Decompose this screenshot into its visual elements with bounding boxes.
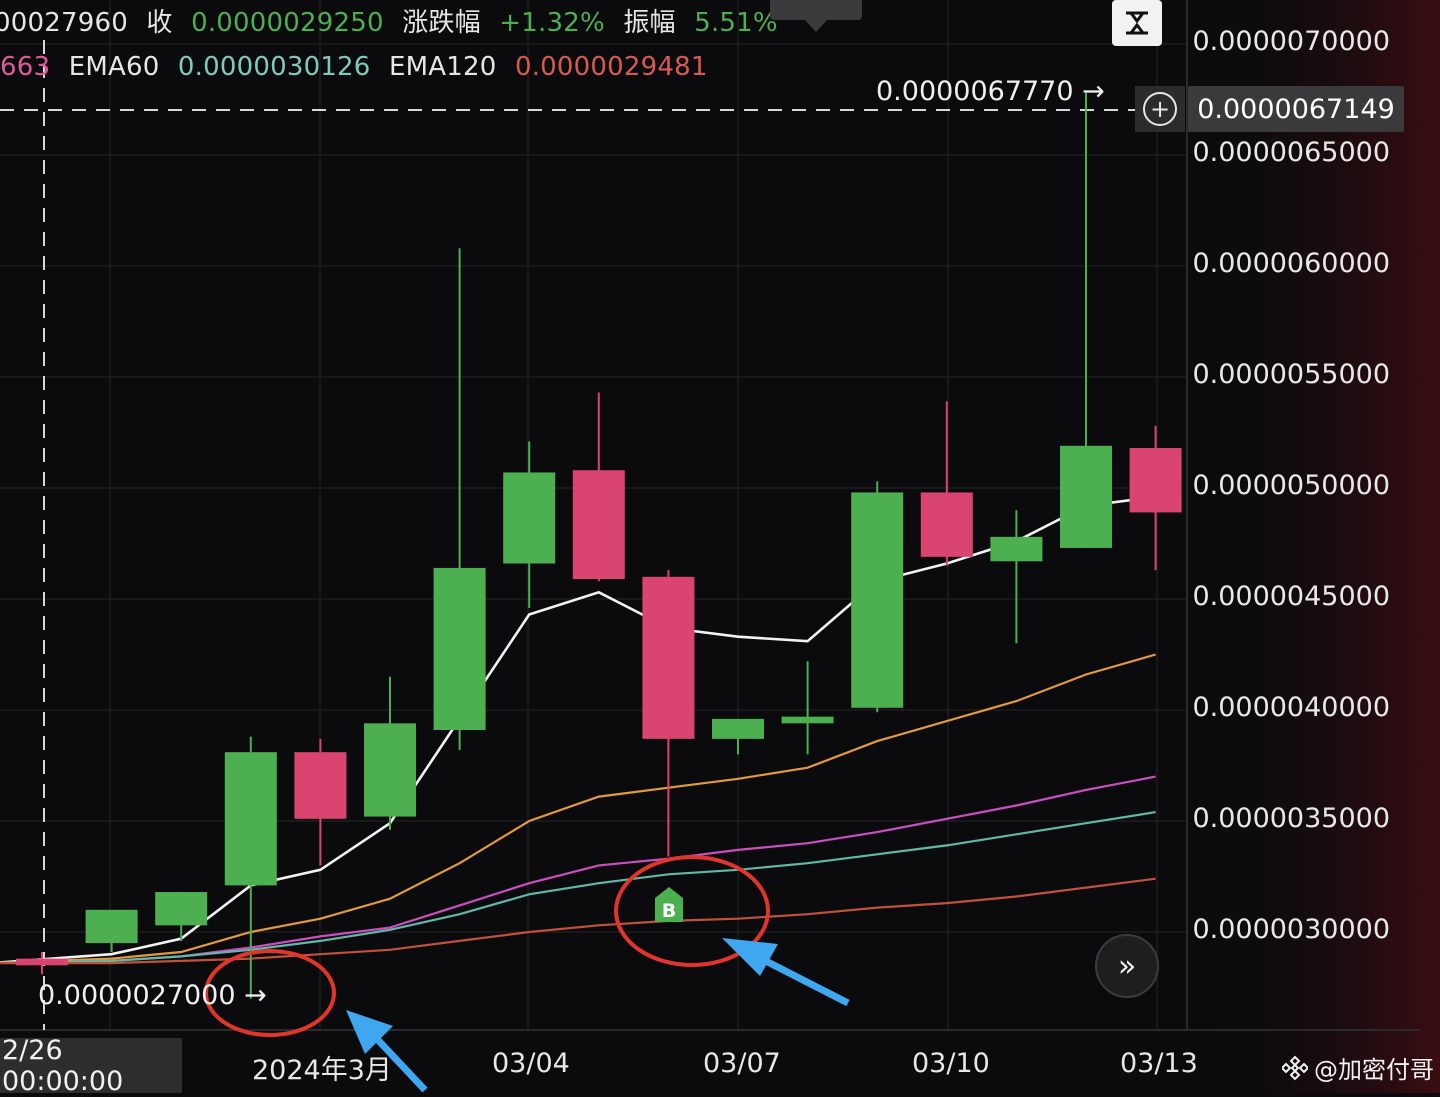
plus-icon: + [1143, 92, 1177, 126]
candle[interactable] [851, 481, 904, 713]
close-value: 0.0000029250 [191, 8, 384, 38]
candle-body-up [155, 892, 208, 926]
candle-body-down [16, 958, 68, 966]
top-tooltip [770, 0, 862, 20]
price-tick-label: 0.0000040000 [1192, 692, 1390, 723]
double-chevron-right-icon: » [1117, 948, 1137, 984]
header-row-ema: 663 EMA60 0.0000030126 EMA120 0.00000294… [0, 52, 718, 82]
close-label: 收 [146, 8, 173, 38]
change-value: +1.32% [499, 8, 605, 38]
price-tick-label: 0.0000070000 [1192, 26, 1390, 57]
collapse-icon [1126, 11, 1148, 35]
candle-body-down [1129, 448, 1182, 513]
amplitude-value: 5.51% [694, 8, 778, 38]
price-tick-label: 0.0000050000 [1192, 470, 1390, 501]
candle-body-down [642, 576, 695, 739]
candle-body-up [990, 536, 1043, 562]
candle-body-down [294, 752, 347, 819]
price-tick-label: 0.0000065000 [1192, 137, 1390, 168]
price-tick-label: 0.0000030000 [1192, 914, 1390, 945]
candle-body-up [503, 472, 556, 564]
candle-body-up [433, 567, 486, 730]
scroll-to-latest-button[interactable]: » [1095, 934, 1159, 998]
price-tick-label: 0.0000035000 [1192, 803, 1390, 834]
top-tooltip-pointer [805, 20, 827, 32]
max-price-label: 0.0000067770 → [876, 76, 1105, 107]
change-label: 涨跌幅 [402, 8, 481, 38]
ema120-label: EMA120 [389, 52, 497, 82]
candle-body-up [85, 909, 138, 944]
candle-body-up [224, 752, 277, 886]
candle-body-up [851, 492, 904, 708]
candle-body-up [1060, 445, 1112, 548]
time-tick-label: 03/10 [912, 1048, 990, 1079]
collapse-button[interactable] [1112, 0, 1162, 46]
current-price-tag: 0.0000067149 [1188, 86, 1404, 132]
price-tick-label: 0.0000045000 [1192, 581, 1390, 612]
time-tick-label: 2024年3月 [252, 1055, 392, 1086]
amplitude-label: 振幅 [623, 8, 676, 38]
time-tick-label: 03/07 [703, 1048, 781, 1079]
time-tick-label: 03/04 [492, 1048, 570, 1079]
prev-ema-value: 663 [0, 52, 51, 82]
header-row-ohlc: 00027960 收 0.0000029250 涨跌幅 +1.32% 振幅 5.… [0, 2, 788, 39]
ema120-value: 0.0000029481 [514, 52, 708, 82]
watermark: @加密付哥 [1282, 1050, 1434, 1085]
candle-body-up [364, 723, 416, 817]
ema60-value: 0.0000030126 [177, 52, 371, 82]
candle-body-down [572, 470, 625, 580]
price-tick-label: 0.0000055000 [1192, 359, 1390, 390]
crosshair-time-label: 2/26 00:00:00 [0, 1035, 182, 1097]
add-price-alert-button[interactable]: + [1135, 86, 1185, 132]
candle-body-up [781, 716, 834, 724]
buy-marker-label: B [662, 900, 676, 922]
exchange-logo-icon [1282, 1055, 1308, 1080]
prev-value: 00027960 [0, 8, 128, 38]
min-price-label: 0.0000027000 → [38, 980, 267, 1011]
time-tick-label: 03/13 [1120, 1048, 1198, 1079]
candle-body-down [920, 492, 973, 557]
ema60-label: EMA60 [68, 52, 160, 82]
price-tick-label: 0.0000060000 [1192, 248, 1390, 279]
candle-body-up [712, 718, 764, 739]
